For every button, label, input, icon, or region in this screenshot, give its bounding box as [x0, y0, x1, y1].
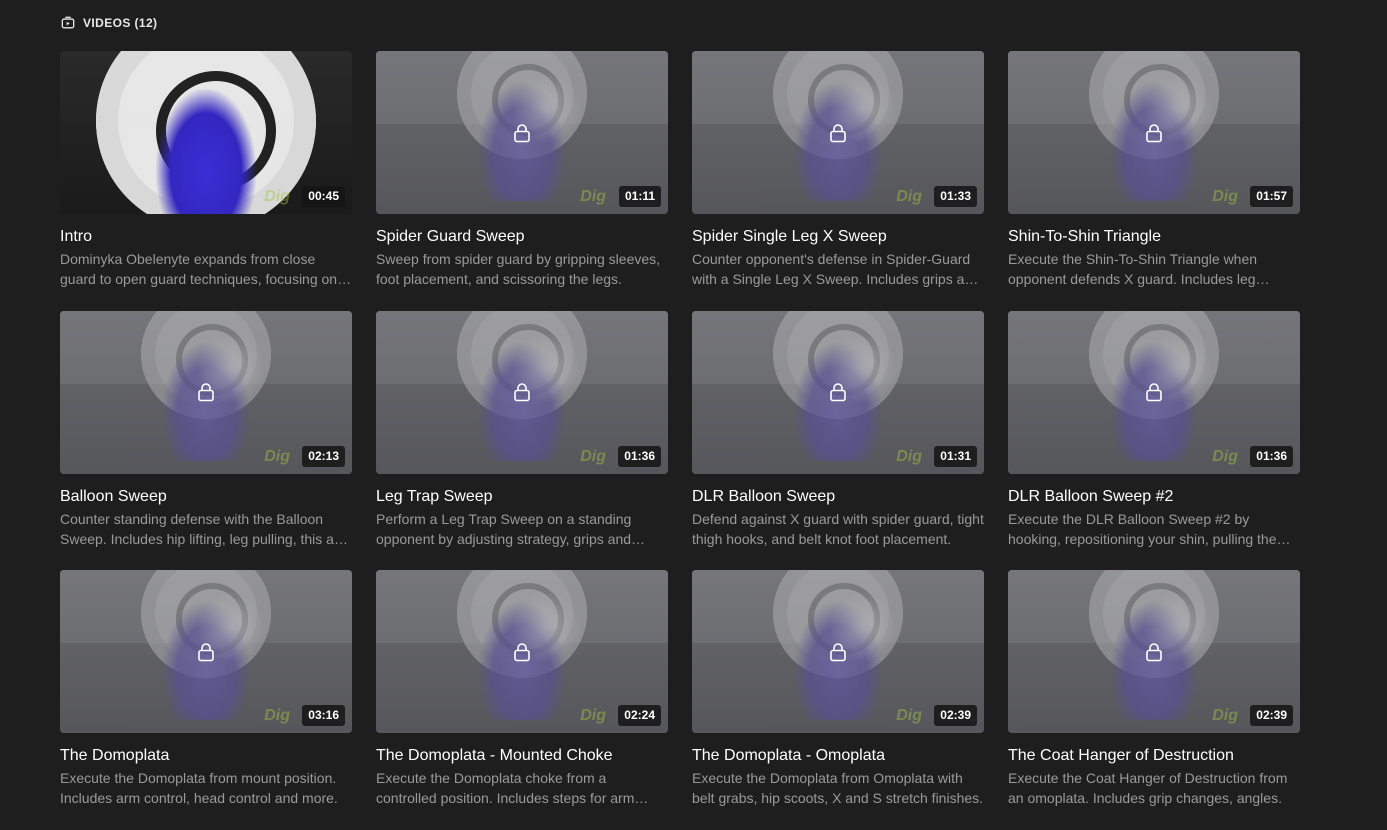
video-thumbnail[interactable]: Dig 02:13 [60, 310, 352, 474]
video-card[interactable]: Dig 03:16 The Domoplata Execute the Domopla… [60, 570, 352, 830]
video-thumbnail[interactable]: Dig 01:36 [376, 310, 668, 474]
video-card[interactable]: Dig 01:31 DLR Balloon Sweep Defend against … [692, 310, 984, 571]
video-thumbnail[interactable]: Dig 01:31 [692, 310, 984, 474]
lock-icon [197, 642, 215, 662]
brand-watermark: Dig [264, 447, 290, 465]
video-description: Execute the Coat Hanger of Destruction f… [1008, 770, 1288, 806]
brand-watermark: Dig [580, 707, 606, 724]
video-duration: 00:45 [302, 186, 345, 207]
video-duration: 01:36 [1250, 445, 1293, 467]
video-title[interactable]: Intro [60, 227, 352, 247]
video-description: Execute the Domoplata from Omoplata with… [692, 770, 984, 806]
lock-icon [829, 123, 847, 143]
video-title[interactable]: The Domoplata - Omoplata [692, 746, 984, 766]
video-title[interactable]: DLR Balloon Sweep #2 [1008, 487, 1300, 507]
lock-icon [829, 642, 847, 662]
video-description: Counter standing defense with the Balloo… [60, 510, 350, 547]
video-duration: 03:16 [302, 705, 345, 726]
video-thumbnail[interactable]: Dig 02:24 [376, 570, 668, 733]
video-card[interactable]: Dig 02:39 The Coat Hanger of Destruction Ex… [1008, 570, 1300, 830]
brand-watermark: Dig [1212, 447, 1238, 465]
club-logo [457, 310, 587, 419]
section-header: VIDEOS (12) [61, 14, 157, 32]
brand-watermark: Dig [264, 707, 290, 724]
video-description: Execute the DLR Balloon Sweep #2 by hook… [1008, 510, 1277, 547]
video-title[interactable]: The Coat Hanger of Destruction [1008, 746, 1300, 766]
video-title[interactable]: Leg Trap Sweep [376, 487, 668, 507]
video-description: Sweep from spider guard by gripping slee… [376, 251, 661, 287]
video-card[interactable]: Dig 02:39 The Domoplata - Omoplata Execute … [692, 570, 984, 830]
lock-icon [197, 382, 215, 402]
video-duration: 01:11 [618, 186, 661, 207]
brand-watermark: Dig [896, 447, 922, 465]
brand-watermark: Dig [580, 447, 606, 465]
video-duration: 01:57 [1250, 186, 1293, 207]
video-card[interactable]: Dig 00:45 Intro Dominyka Obelenyte expands … [60, 51, 352, 311]
brand-watermark: Dig [580, 188, 606, 205]
video-duration: 02:24 [618, 705, 661, 726]
video-card[interactable]: Dig 01:33 Spider Single Leg X Sweep Counter… [692, 51, 984, 311]
video-card[interactable]: Dig 01:36 DLR Balloon Sweep #2 Execute the … [1008, 310, 1300, 571]
lock-icon [1145, 123, 1163, 143]
video-thumbnail[interactable]: Dig 02:39 [1008, 570, 1300, 733]
video-card[interactable]: Dig 01:36 Leg Trap Sweep Perform a Leg Trap… [376, 310, 668, 571]
lock-icon [1145, 642, 1163, 662]
video-duration: 01:33 [934, 186, 977, 207]
club-logo [1089, 310, 1219, 419]
lock-icon [513, 642, 531, 662]
lock-icon [829, 382, 847, 402]
video-title[interactable]: Shin-To-Shin Triangle [1008, 227, 1300, 247]
video-title[interactable]: Spider Guard Sweep [376, 227, 668, 247]
video-description: Perform a Leg Trap Sweep on a standing o… [376, 510, 632, 547]
lock-icon [513, 123, 531, 143]
video-card[interactable]: Dig 01:11 Spider Guard Sweep Sweep from spi… [376, 51, 668, 311]
video-grid: Dig 00:45 Intro Dominyka Obelenyte expands … [60, 51, 1300, 830]
video-description: Defend against X guard with spider guard… [692, 510, 984, 547]
video-thumbnail[interactable]: Dig 01:36 [1008, 310, 1300, 474]
club-logo [773, 310, 903, 419]
video-thumbnail[interactable]: Dig 03:16 [60, 570, 352, 733]
lock-icon [1145, 382, 1163, 402]
video-title[interactable]: DLR Balloon Sweep [692, 487, 984, 507]
brand-watermark: Dig [1212, 188, 1238, 205]
video-title[interactable]: Balloon Sweep [60, 487, 352, 507]
video-thumbnail[interactable]: Dig 01:11 [376, 51, 668, 214]
video-title[interactable]: Spider Single Leg X Sweep [692, 227, 984, 247]
video-title[interactable]: The Domoplata [60, 746, 352, 766]
video-thumbnail[interactable]: Dig 02:39 [692, 570, 984, 733]
section-title: VIDEOS (12) [83, 16, 158, 30]
video-thumbnail[interactable]: Dig 01:57 [1008, 51, 1300, 214]
video-duration: 02:39 [1250, 705, 1293, 726]
video-description: Execute the Shin-To-Shin Triangle when o… [1008, 251, 1258, 287]
video-card[interactable]: Dig 01:57 Shin-To-Shin Triangle Execute the… [1008, 51, 1300, 311]
lock-icon [513, 382, 531, 402]
brand-watermark: Dig [896, 188, 922, 205]
video-description: Counter opponent's defense in Spider-Gua… [692, 251, 980, 287]
video-duration: 01:36 [618, 445, 661, 467]
club-logo [141, 310, 271, 419]
video-thumbnail[interactable]: Dig 01:33 [692, 51, 984, 214]
video-description: Execute the Domoplata choke from a contr… [376, 770, 635, 806]
video-duration: 02:13 [302, 445, 345, 467]
video-duration: 02:39 [934, 705, 977, 726]
video-description: Execute the Domoplata from mount positio… [60, 770, 338, 806]
brand-watermark: Dig [1212, 707, 1238, 724]
video-icon [61, 16, 75, 29]
video-description: Dominyka Obelenyte expands from close gu… [60, 251, 338, 287]
brand-watermark: Dig [896, 707, 922, 724]
video-card[interactable]: Dig 02:13 Balloon Sweep Counter standing de… [60, 310, 352, 571]
video-title[interactable]: The Domoplata - Mounted Choke [376, 746, 668, 766]
brand-watermark: Dig [264, 188, 290, 205]
video-thumbnail[interactable]: Dig 00:45 [60, 51, 352, 214]
video-duration: 01:31 [934, 445, 977, 467]
video-card[interactable]: Dig 02:24 The Domoplata - Mounted Choke Exe… [376, 570, 668, 830]
